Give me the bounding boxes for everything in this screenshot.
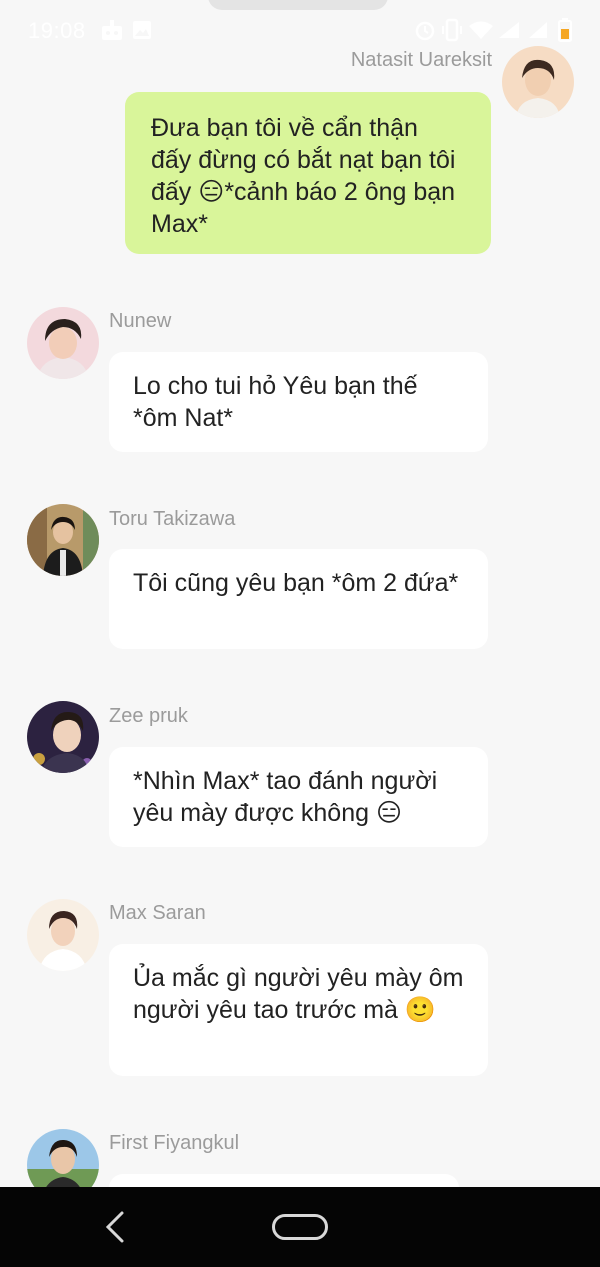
message-bubble-outgoing[interactable]: Đưa bạn tôi về cẩn thận đấy đừng có bắt … (125, 92, 491, 254)
avatar[interactable] (27, 504, 99, 576)
game-notification-icon (101, 19, 123, 47)
sender-name: Zee pruk (109, 705, 188, 727)
sender-name: Nunew (109, 310, 172, 332)
home-icon[interactable] (272, 1214, 328, 1240)
message-bubble-incoming[interactable]: Lo cho tui hỏ Yêu bạn thế *ôm Nat* (109, 352, 488, 452)
alarm-icon (414, 19, 436, 47)
avatar[interactable] (27, 899, 99, 971)
sender-name: First Fiyangkul (109, 1132, 240, 1154)
avatar[interactable] (27, 701, 99, 773)
message-bubble-incoming[interactable] (109, 1174, 459, 1187)
message-bubble-incoming[interactable]: *Nhìn Max* tao đánh người yêu mày được k… (109, 747, 488, 847)
sender-name: Toru Takizawa (109, 508, 236, 530)
chat-thread[interactable]: Natasit Uareksit Đưa bạn tôi về cẩn thận… (0, 0, 600, 1187)
signal-icon-secondary (527, 20, 549, 46)
signal-icon (497, 20, 521, 46)
status-bar: 19:08 (0, 0, 600, 58)
navigation-bar (0, 1187, 600, 1267)
back-icon[interactable] (100, 1209, 130, 1250)
camera-notch (208, 0, 388, 10)
status-time: 19:08 (28, 18, 86, 43)
message-bubble-incoming[interactable]: Ủa mắc gì người yêu mày ôm người yêu tao… (109, 944, 488, 1076)
wifi-icon (468, 20, 494, 46)
message-bubble-incoming[interactable]: Tôi cũng yêu bạn *ôm 2 đứa* (109, 549, 488, 649)
avatar[interactable] (27, 1129, 99, 1187)
sender-name: Max Saran (109, 902, 206, 924)
avatar[interactable] (27, 307, 99, 379)
image-notification-icon (132, 20, 152, 46)
battery-low-icon (558, 18, 572, 48)
vibrate-icon (442, 18, 462, 48)
